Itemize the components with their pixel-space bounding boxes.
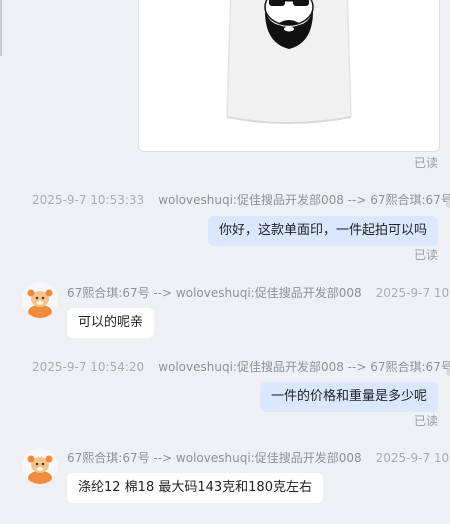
contact-avatar[interactable] — [22, 282, 58, 318]
tshirt-image — [139, 0, 439, 151]
read-receipt: 已读 — [413, 414, 438, 428]
panel-divider — [0, 0, 2, 56]
message-route: woloveshuqi:促佳搜品开发部008 --> 67熙合琪:67号 — [158, 360, 450, 374]
message-route: woloveshuqi:促佳搜品开发部008 --> 67熙合琪:67号 — [158, 193, 450, 207]
message-meta: 67熙合琪:67号 --> woloveshuqi:促佳搜品开发部008 2025… — [67, 284, 450, 301]
avatar-mascot-icon — [22, 448, 58, 484]
avatar-mascot-icon — [22, 282, 58, 318]
message-route: 67熙合琪:67号 --> woloveshuqi:促佳搜品开发部008 — [67, 451, 362, 465]
message-timestamp: 2025-9-7 10:53 — [375, 286, 450, 300]
outgoing-message-bubble[interactable]: 你好，这款单面印，一件起拍可以吗 — [207, 216, 438, 246]
message-meta: 2025-9-7 10:53:33 woloveshuqi:促佳搜品开发部008 … — [32, 191, 450, 208]
message-timestamp: 2025-9-7 10:53:33 — [32, 193, 145, 207]
read-receipt: 已读 — [413, 248, 438, 262]
own-avatar-edge — [446, 368, 450, 376]
contact-avatar[interactable] — [22, 448, 58, 484]
outgoing-message-bubble[interactable]: 一件的价格和重量是多少呢 — [259, 382, 438, 412]
message-meta: 67熙合琪:67号 --> woloveshuqi:促佳搜品开发部008 2025… — [67, 449, 450, 466]
read-receipt: 已读 — [413, 156, 438, 170]
message-timestamp: 2025-9-7 10:54:20 — [32, 360, 145, 374]
message-meta: 2025-9-7 10:54:20 woloveshuqi:促佳搜品开发部008 … — [32, 358, 450, 375]
incoming-message-bubble[interactable]: 涤纶12 棉18 最大码143克和180克左右 — [67, 473, 323, 503]
chat-history-panel: 已读 2025-9-7 10:53:33 woloveshuqi:促佳搜品开发部0… — [0, 0, 450, 524]
image-message-tshirt[interactable] — [138, 0, 440, 152]
message-timestamp: 2025-9-7 10:54 — [375, 451, 450, 465]
own-avatar-edge — [446, 200, 450, 208]
message-route: 67熙合琪:67号 --> woloveshuqi:促佳搜品开发部008 — [67, 286, 362, 300]
incoming-message-bubble[interactable]: 可以的呢亲 — [67, 308, 155, 338]
